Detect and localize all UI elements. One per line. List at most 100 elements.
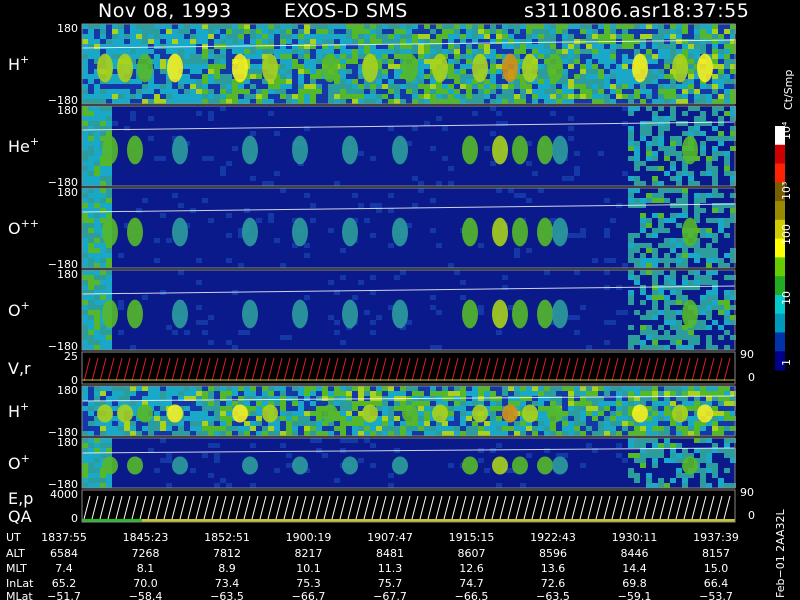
- colorbar-swatch: [775, 144, 785, 165]
- table-cell: −66.7: [292, 590, 326, 600]
- panel-5-label: V,r: [8, 359, 31, 378]
- panel-3-label: O++: [8, 217, 39, 238]
- table-cell: 10.1: [296, 562, 321, 575]
- file-name: s3110806.asr: [524, 0, 660, 22]
- panel-6-label: H+: [8, 400, 29, 421]
- colorbar-swatch: [775, 257, 785, 277]
- table-cell: 1930:11: [612, 531, 658, 544]
- table-cell: 15.0: [704, 562, 729, 575]
- table-cell: −53.7: [699, 590, 733, 600]
- panel-7-label: O+: [8, 452, 30, 473]
- panel-1-ytop: 180: [57, 22, 78, 35]
- table-cell: 1852:51: [204, 531, 250, 544]
- table-cell: 1837:55: [41, 531, 87, 544]
- colorbar-swatch: [775, 163, 785, 183]
- table-cell: 11.3: [378, 562, 403, 575]
- table-cell: 7268: [132, 547, 160, 560]
- table-cell: 73.4: [215, 577, 240, 590]
- table-cell: 66.4: [704, 577, 729, 590]
- panel-5-rbottom: 0: [748, 371, 755, 384]
- colorbar-swatch: [775, 201, 785, 221]
- table-row-label: UT: [6, 531, 21, 544]
- table-cell: 1915:15: [449, 531, 495, 544]
- table-cell: 13.6: [541, 562, 566, 575]
- date-title: Nov 08, 1993: [98, 0, 232, 22]
- instrument-title: EXOS-D SMS: [284, 0, 408, 22]
- panel-4-ytop: 180: [57, 268, 78, 281]
- table-cell: 75.3: [296, 577, 321, 590]
- panel-8-ytop: 4000: [50, 488, 78, 501]
- panel-2-label: He+: [8, 135, 39, 156]
- table-cell: 14.4: [622, 562, 647, 575]
- colorbar-swatch: [775, 313, 785, 333]
- table-cell: 8446: [621, 547, 649, 560]
- panel-3-ytop: 180: [57, 186, 78, 199]
- panel-5-ytop: 25: [64, 350, 78, 363]
- table-cell: −63.5: [536, 590, 570, 600]
- file-time: 18:37:55: [660, 0, 749, 22]
- panel-5-lines: [82, 352, 735, 384]
- panel-8-ybottom: 0: [71, 512, 78, 525]
- table-cell: 75.7: [378, 577, 403, 590]
- panel-1-spectrogram: [81, 24, 736, 104]
- table-cell: 8.1: [137, 562, 155, 575]
- table-cell: −63.5: [210, 590, 244, 600]
- panel-4-spectrogram: [81, 270, 736, 350]
- panel-3-spectrogram: [81, 188, 736, 268]
- panel-8-label2: QA: [8, 507, 32, 526]
- footer-code: Feb−01 2AA32L: [774, 508, 787, 598]
- table-cell: 70.0: [133, 577, 158, 590]
- table-cell: 8481: [376, 547, 404, 560]
- table-cell: −59.1: [618, 590, 652, 600]
- colorbar-tick: 10⁴: [780, 121, 793, 140]
- table-cell: −58.4: [129, 590, 163, 600]
- table-row-label: ALT: [6, 547, 25, 560]
- panel-7-ytop: 180: [57, 436, 78, 449]
- panel-8-rbottom: 0: [748, 509, 755, 522]
- plot-header: Nov 08, 1993 EXOS-D SMS s3110806.asr 18:…: [98, 0, 749, 22]
- table-cell: −51.7: [47, 590, 81, 600]
- panel-8-label: E,p: [8, 489, 33, 508]
- table-cell: 12.6: [459, 562, 484, 575]
- panel-8-lines: [82, 490, 735, 522]
- table-row-label: MLat: [6, 590, 33, 600]
- colorbar-tick: 1: [780, 359, 793, 366]
- table-cell: 69.8: [622, 577, 647, 590]
- table-cell: 1900:19: [286, 531, 332, 544]
- table-row-label: InLat: [6, 577, 34, 590]
- table-cell: 6584: [50, 547, 78, 560]
- table-cell: −67.7: [373, 590, 407, 600]
- colorbar-unit: Ct/Smp: [782, 70, 795, 110]
- panel-2-spectrogram: [81, 106, 736, 186]
- table-cell: 8217: [295, 547, 323, 560]
- table-cell: −66.5: [455, 590, 489, 600]
- table-cell: 1922:43: [530, 531, 576, 544]
- colorbar-tick: 10³: [780, 182, 793, 200]
- table-cell: 72.6: [541, 577, 566, 590]
- colorbar-tick: 10: [780, 291, 793, 305]
- panel-8-rtop: 90: [740, 486, 754, 499]
- colorbar-swatch: [775, 332, 785, 352]
- panel-group: [81, 23, 736, 523]
- panel-2-ytop: 180: [57, 104, 78, 117]
- table-cell: 1845:23: [123, 531, 169, 544]
- panel-6-spectrogram: [81, 386, 736, 436]
- panel-7-spectrogram: [81, 438, 736, 488]
- table-cell: 7812: [213, 547, 241, 560]
- table-cell: 8157: [702, 547, 730, 560]
- table-cell: 8.9: [218, 562, 236, 575]
- panel-1-label: H+: [8, 53, 29, 74]
- table-cell: 8596: [539, 547, 567, 560]
- table-cell: 8607: [458, 547, 486, 560]
- panel-4-label: O+: [8, 299, 30, 320]
- panel-6-ytop: 180: [57, 384, 78, 397]
- orbit-table: UT ALT MLT InLatMLat 1837:55 6584 7.4 65.2−51.7…: [6, 531, 739, 600]
- colorbar: 10⁴ 10³ 100 10 1: [775, 121, 793, 371]
- table-row-label: MLT: [6, 562, 27, 575]
- table-cell: 7.4: [55, 562, 73, 575]
- table-cell: 1907:47: [367, 531, 413, 544]
- panel-5-rtop: 90: [740, 348, 754, 361]
- table-cell: 1937:39: [693, 531, 739, 544]
- table-cell: 74.7: [459, 577, 484, 590]
- spectrogram-plot: Nov 08, 1993 EXOS-D SMS s3110806.asr 18:…: [6, 0, 795, 600]
